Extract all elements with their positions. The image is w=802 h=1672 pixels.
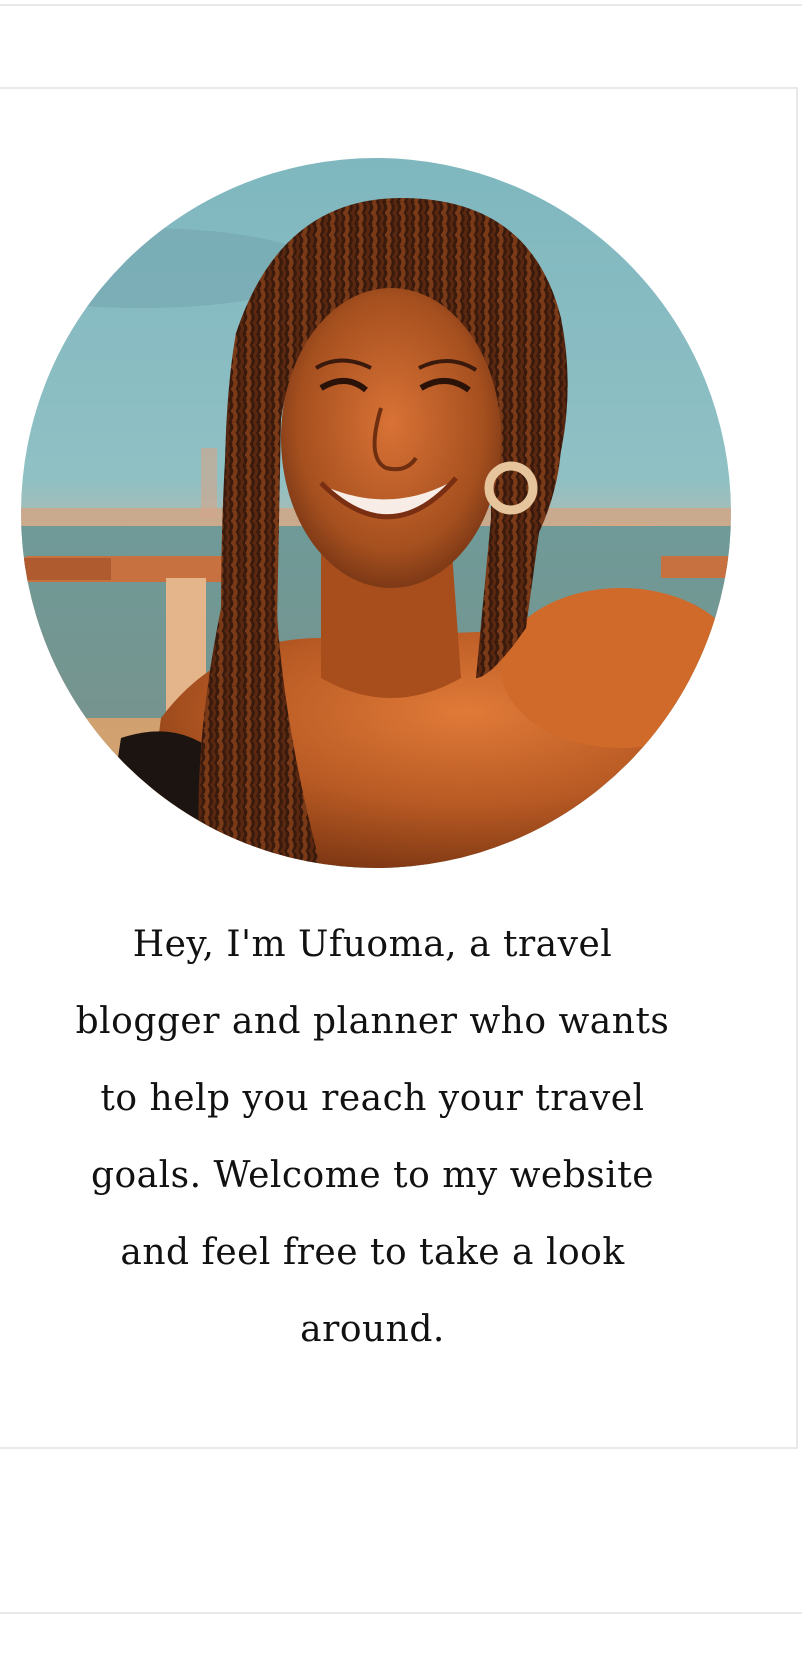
top-divider <box>0 4 802 6</box>
page: Hey, I'm Ufuoma, a travel blogger and pl… <box>0 0 802 1672</box>
bio-text: Hey, I'm Ufuoma, a travel blogger and pl… <box>75 924 670 1350</box>
bottom-divider <box>0 1612 802 1614</box>
profile-photo <box>21 158 731 868</box>
